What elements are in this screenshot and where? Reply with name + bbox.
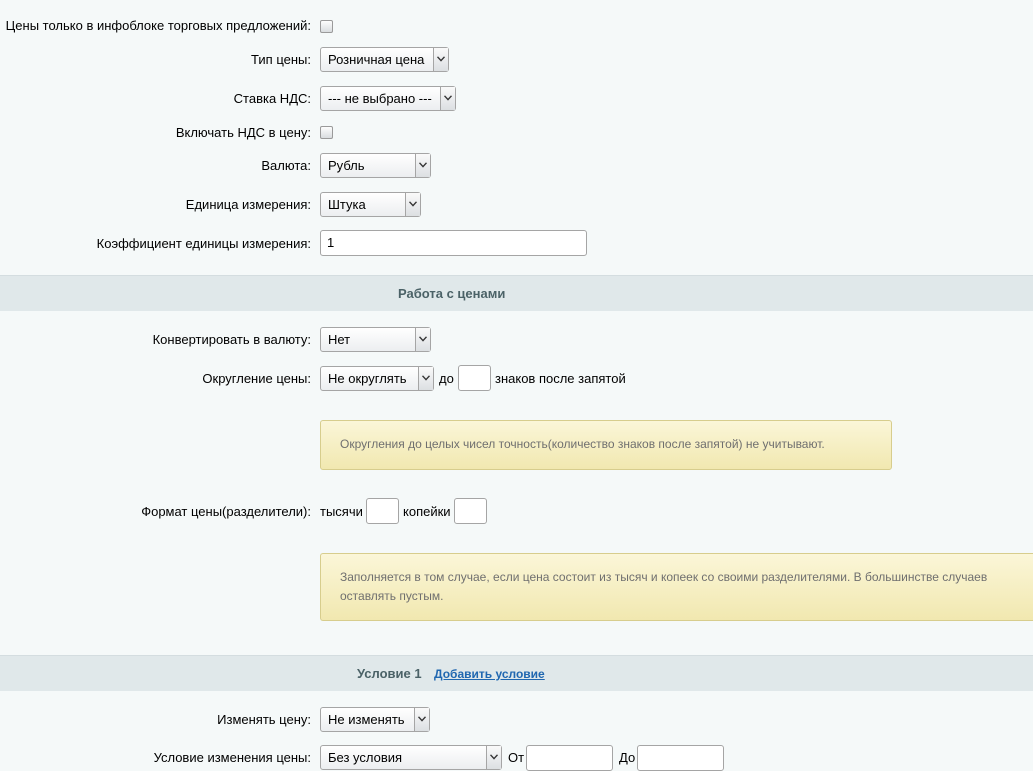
vat-included-checkbox[interactable] (320, 126, 333, 139)
unit-ratio-label: Коэффициент единицы измерения: (96, 236, 311, 251)
convert-label: Конвертировать в валюту: (152, 332, 311, 347)
rounding-to-label: до (439, 371, 454, 386)
condition-select[interactable]: Без условия (320, 745, 502, 770)
chevron-down-icon (486, 746, 501, 769)
chevron-down-icon (433, 48, 448, 71)
vat-rate-label: Ставка НДС: (233, 91, 311, 106)
convert-value: Нет (328, 332, 351, 347)
rounding-hint: Округления до целых чисел точность(колич… (320, 420, 892, 470)
condition-to-input[interactable] (637, 745, 724, 771)
kopecks-separator-input[interactable] (454, 498, 487, 524)
rounding-label: Округление цены: (202, 371, 311, 386)
format-hint: Заполняется в том случае, если цена сост… (320, 553, 1033, 621)
format-hint-line-2: оставлять пустым. (340, 589, 444, 603)
vat-rate-select[interactable]: --- не выбрано --- (320, 86, 456, 111)
chevron-down-icon (415, 154, 430, 177)
rounding-hint-text: Округления до целых чисел точность(колич… (340, 437, 825, 451)
currency-label: Валюта: (261, 158, 311, 173)
vat-included-label: Включать НДС в цену: (175, 125, 311, 140)
add-condition-link[interactable]: Добавить условие (434, 667, 545, 681)
chevron-down-icon (405, 193, 420, 216)
condition-section-title: Условие 1 (357, 666, 422, 681)
offers-only-checkbox[interactable] (320, 20, 333, 33)
chevron-down-icon (440, 87, 455, 110)
thousands-label: тысячи (320, 504, 363, 519)
rounding-value: Не округлять (328, 371, 407, 386)
price-type-select[interactable]: Розничная цена (320, 47, 449, 72)
price-type-label: Тип цены: (251, 52, 311, 67)
change-price-select[interactable]: Не изменять (320, 707, 430, 732)
change-price-value: Не изменять (328, 712, 405, 727)
price-section-title: Работа с ценами (398, 286, 506, 301)
condition-value: Без условия (328, 750, 403, 765)
rounding-digits-input[interactable] (458, 365, 491, 391)
convert-currency-select[interactable]: Нет (320, 327, 431, 352)
format-hint-line-1: Заполняется в том случае, если цена сост… (340, 570, 988, 584)
price-format-label: Формат цены(разделители): (141, 504, 311, 519)
chevron-down-icon (415, 328, 430, 351)
unit-select[interactable]: Штука (320, 192, 421, 217)
condition-from-label: От (508, 750, 525, 765)
currency-select[interactable]: Рубль (320, 153, 431, 178)
change-price-label: Изменять цену: (217, 712, 311, 727)
thousands-separator-input[interactable] (366, 498, 399, 524)
rounding-select[interactable]: Не округлять (320, 366, 434, 391)
offers-only-label: Цены только в инфоблоке торговых предлож… (5, 18, 311, 33)
condition-section-header: Условие 1 Добавить условие (0, 655, 1033, 691)
rounding-suffix-label: знаков после запятой (495, 371, 626, 386)
condition-label: Условие изменения цены: (153, 750, 311, 765)
condition-from-input[interactable] (526, 745, 613, 771)
vat-rate-value: --- не выбрано --- (328, 91, 432, 106)
currency-value: Рубль (328, 158, 365, 173)
kopecks-label: копейки (403, 504, 451, 519)
chevron-down-icon (414, 708, 429, 731)
price-section-header: Работа с ценами (0, 275, 1033, 311)
unit-ratio-input[interactable]: 1 (320, 230, 587, 256)
price-type-value: Розничная цена (328, 52, 425, 67)
unit-label: Единица измерения: (185, 197, 311, 212)
chevron-down-icon (418, 367, 433, 390)
add-condition-wrapper: Добавить условие (434, 656, 545, 692)
condition-to-label: До (619, 750, 636, 765)
unit-value: Штука (328, 197, 366, 212)
